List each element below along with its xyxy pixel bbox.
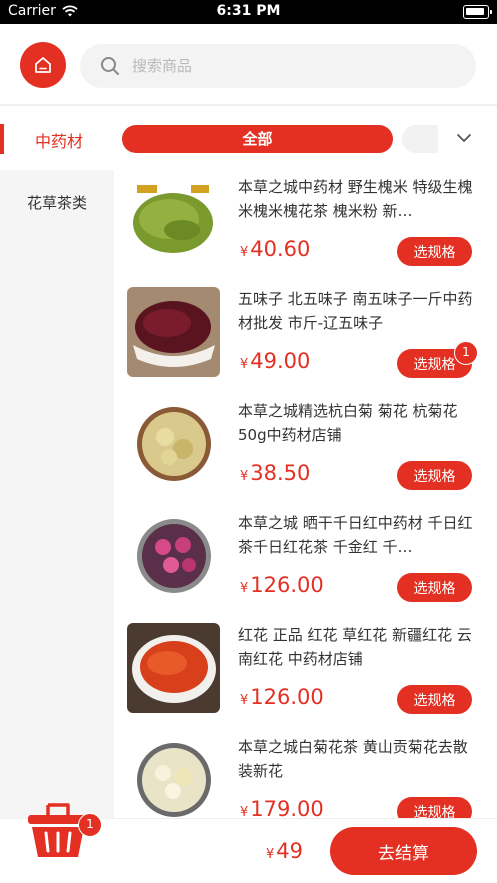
currency-symbol: ¥: [240, 581, 249, 596]
product-image[interactable]: [127, 399, 220, 489]
filter-chip-next[interactable]: [402, 125, 438, 153]
currency-symbol: ¥: [240, 469, 249, 484]
product-title[interactable]: 本草之城 晒干千日红中药材 千日红茶千日红花茶 千金红 千…: [238, 511, 476, 559]
price-value: 40.60: [250, 237, 311, 261]
currency-symbol: ¥: [266, 847, 275, 862]
product-price: ¥126.00: [240, 685, 324, 709]
product-title[interactable]: 本草之城中药材 野生槐米 特级生槐米槐米槐花茶 槐米粉 新…: [238, 175, 476, 223]
product-item[interactable]: 红花 正品 红花 草红花 新疆红花 云南红花 中药材店铺 ¥126.00 选规格: [126, 623, 486, 735]
quantity-badge: 1: [454, 341, 478, 365]
product-price: ¥40.60: [240, 237, 310, 261]
category-sidebar: 花草茶类: [0, 170, 114, 818]
currency-symbol: ¥: [240, 693, 249, 708]
category-indicator: [0, 124, 4, 154]
price-value: 38.50: [250, 461, 311, 485]
product-title[interactable]: 本草之城白菊花茶 黄山贡菊花去散装新花: [238, 735, 476, 783]
product-title[interactable]: 五味子 北五味子 南五味子一斤中药材批发 市斤-辽五味子: [238, 287, 476, 335]
product-image[interactable]: [127, 175, 220, 265]
status-time: 6:31 PM: [216, 3, 281, 19]
search-input[interactable]: [132, 44, 452, 88]
search-bar[interactable]: [80, 44, 476, 88]
select-spec-button[interactable]: 选规格: [397, 573, 472, 602]
product-price: ¥49.00: [240, 349, 310, 373]
currency-symbol: ¥: [240, 357, 249, 372]
product-item[interactable]: 五味子 北五味子 南五味子一斤中药材批发 市斤-辽五味子 ¥49.00 选规格 …: [126, 287, 486, 399]
price-value: 126.00: [250, 685, 324, 709]
home-icon: [35, 57, 51, 73]
product-title[interactable]: 红花 正品 红花 草红花 新疆红花 云南红花 中药材店铺: [238, 623, 476, 671]
filter-chip-all[interactable]: 全部: [122, 125, 393, 153]
product-title[interactable]: 本草之城精选杭白菊 菊花 杭菊花 50g中药材店铺: [238, 399, 476, 447]
checkout-button[interactable]: 去结算: [330, 827, 477, 875]
product-image[interactable]: [127, 623, 220, 713]
price-value: 49.00: [250, 349, 311, 373]
select-spec-button[interactable]: 选规格: [397, 685, 472, 714]
product-price: ¥38.50: [240, 461, 310, 485]
total-value: 49: [276, 839, 304, 863]
battery-icon: [463, 5, 492, 19]
chevron-down-icon[interactable]: [455, 131, 473, 145]
product-item[interactable]: 本草之城 晒干千日红中药材 千日红茶千日红花茶 千金红 千… ¥126.00 选…: [126, 511, 486, 623]
cart-total: ¥49: [266, 839, 303, 863]
category-tab-label[interactable]: 中药材: [20, 128, 98, 152]
product-image[interactable]: [127, 735, 220, 825]
product-item[interactable]: 本草之城中药材 野生槐米 特级生槐米槐米槐花茶 槐米粉 新… ¥40.60 选规…: [126, 175, 486, 287]
cart-count-badge: 1: [78, 813, 102, 837]
currency-symbol: ¥: [240, 245, 249, 260]
select-spec-button[interactable]: 选规格: [397, 237, 472, 266]
product-image[interactable]: [127, 287, 220, 377]
product-item[interactable]: 本草之城精选杭白菊 菊花 杭菊花 50g中药材店铺 ¥38.50 选规格: [126, 399, 486, 511]
status-bar: Carrier 6:31 PM: [0, 0, 497, 24]
header-divider: [0, 104, 497, 106]
product-price: ¥126.00: [240, 573, 324, 597]
sidebar-item-herbal-tea[interactable]: 花草茶类: [0, 192, 114, 213]
search-icon: [101, 57, 119, 75]
product-image[interactable]: [127, 511, 220, 601]
price-value: 126.00: [250, 573, 324, 597]
select-spec-button[interactable]: 选规格: [397, 461, 472, 490]
home-button[interactable]: [20, 42, 66, 88]
bottom-cart-bar: 1 ¥49 去结算: [0, 803, 497, 883]
